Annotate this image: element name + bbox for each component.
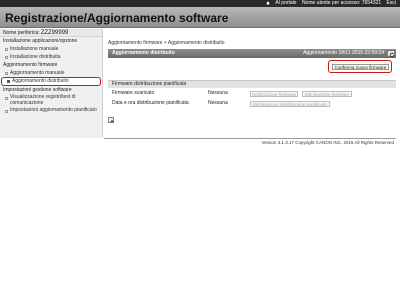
sidebar-item-label: Installazione manuale [10,46,59,52]
sidebar: Nome periferica:ZZZ99999 Installazione a… [0,29,103,138]
row-value: Nessuna [208,90,228,96]
bullet-icon [7,80,10,83]
sidebar-item-manual-install[interactable]: Installazione manuale [0,45,102,53]
device-name-value: ZZZ99999 [40,30,69,36]
bullet-icon [5,97,8,100]
panel-header: Aggiornamento distribuito Aggiornamento … [108,49,396,58]
bullet-icon [5,48,8,51]
table-row: Data e ora distribuzione pianificata Nes… [108,99,396,108]
row-label: Data e ora distribuzione pianificata [112,100,189,106]
panel-date-value: 18/11 2015 22:59:24 [338,50,384,56]
row-value: Nessuna [208,100,228,106]
sidebar-item-distributed-update[interactable]: Aggiornamento distribuito [1,77,101,86]
sidebar-item-distributed-install[interactable]: Installazione distribuita [0,53,102,61]
bullet-icon [5,56,8,59]
refresh-icon [389,52,395,57]
page-top-icon [110,119,114,123]
house-icon [266,0,271,5]
breadcrumb: Aggiornamento firmware > Aggiornamento d… [108,40,225,46]
panel-title: Aggiornamento distribuito [112,50,175,56]
sidebar-section-install: Installazione applicazioni/opzione [3,38,78,44]
delete-scheduled-distribution-button[interactable]: Eliminazione distribuzione pianificata [250,100,330,107]
row-label: Firmware scaricato [112,90,155,96]
panel-date-prefix: Aggiornamento [303,50,338,56]
confirm-new-firmware-button[interactable]: Conferma nuovo firmware [332,64,389,70]
device-name-label: Nome periferica: [3,30,40,36]
portal-link[interactable]: Al portale [266,0,298,6]
top-bar: Al portale Nome utente per accesso: 7654… [0,0,400,7]
refresh-button[interactable] [387,50,395,57]
bullet-icon [5,72,8,75]
device-name: Nome periferica:ZZZ99999 [0,29,102,37]
sidebar-item-manual-update[interactable]: Aggiornamento manuale [0,69,102,77]
confirm-highlight: Conferma nuovo firmware [328,60,392,73]
login-user-label: Nome utente per accesso: 7654321 [301,0,382,6]
sidebar-item-scheduled-update[interactable]: Impostazioni aggiornamento pianificato [0,107,102,120]
panel-date: Aggiornamento 18/11 2015 22:59:24 [303,49,384,58]
sidebar-section-management: Impostazioni gestione software [3,87,72,93]
sidebar-item-label: Impostazioni aggiornamento pianificato [10,107,97,113]
bullet-icon [5,110,8,113]
footer-divider [104,138,396,139]
sidebar-section-firmware: Aggiornamento firmware [3,62,58,68]
delete-firmware-button[interactable]: Eliminazione firmware [302,90,352,97]
sidebar-item-label: Visualizzazione registri/test di comunic… [10,94,76,106]
footer-copyright: Version 3.1.3.17 Copyright CANON INC. 20… [261,140,394,145]
top-links: Al portale Nome utente per accesso: 7654… [262,0,396,7]
apply-firmware-button[interactable]: Applicazione firmware [250,90,298,97]
sidebar-item-label: Aggiornamento distribuito [12,78,69,84]
table-row: Firmware scaricato Nessuna Applicazione … [108,89,396,98]
logout-link[interactable]: Esci [387,0,396,6]
sidebar-item-label: Installazione distribuita [10,54,61,60]
page-title: Registrazione/Aggiornamento software [5,11,229,25]
sidebar-item-logs[interactable]: Visualizzazione registri/test di comunic… [0,94,102,107]
page-header: Registrazione/Aggiornamento software [0,7,400,28]
sidebar-item-label: Aggiornamento manuale [10,70,65,76]
section-title: Firmware distribuzione pianificata [108,80,396,88]
main-content: Aggiornamento firmware > Aggiornamento d… [104,29,400,138]
page-top-button[interactable] [108,117,114,123]
